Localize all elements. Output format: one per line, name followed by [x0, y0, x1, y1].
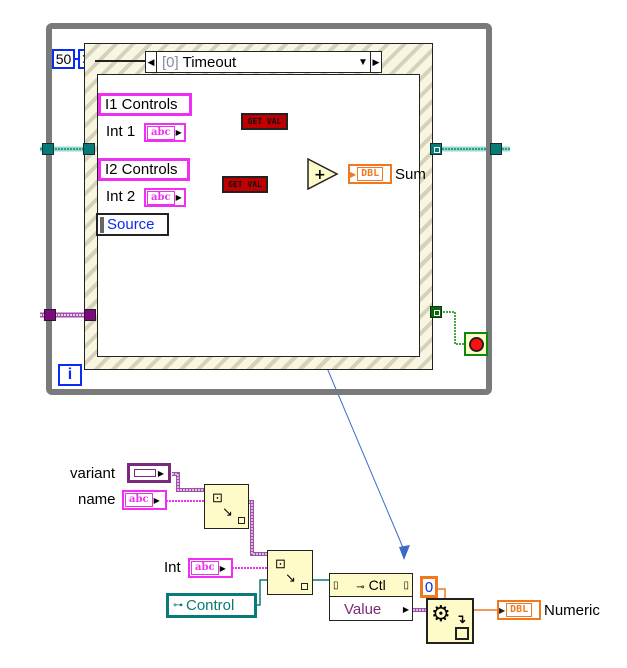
event-tunnel-refnum-right[interactable] [430, 143, 442, 155]
get-val-node-1[interactable]: GET VAL [241, 113, 288, 130]
data-icon [455, 627, 469, 640]
string-type-label: abc [191, 561, 219, 575]
property-node[interactable]: ▯ ⊸ Ctl ▯ Value ▶ [329, 573, 413, 621]
numeric-label: Numeric [544, 602, 600, 619]
variant-label: variant [70, 465, 116, 482]
get-variant-attribute-node-2[interactable]: ⊡ ↘ [267, 550, 313, 595]
add-node[interactable]: + [307, 158, 339, 190]
gear-icon: ⚙ [431, 601, 451, 626]
iteration-terminal: i [58, 364, 82, 386]
event-tunnel-refnum-left[interactable] [83, 143, 95, 155]
default-value-constant[interactable]: 0 [420, 576, 438, 598]
i2-controls-cluster[interactable]: I2 Controls [98, 158, 190, 181]
int2-label: Int 2 [106, 188, 136, 205]
source-marker [100, 216, 104, 233]
output-arrow-icon: ▶ [175, 128, 182, 137]
error-icon: ▯ [403, 579, 409, 591]
stop-condition-tunnel[interactable] [430, 306, 442, 318]
name-label: name [78, 491, 116, 508]
prev-case-icon[interactable]: ◀ [146, 52, 157, 72]
attribute-glyph-icon [301, 583, 308, 590]
dbl-type-label: DBL [506, 603, 533, 617]
output-arrow-icon: ▶ [402, 604, 409, 614]
output-arrow-icon: ▶ [153, 495, 160, 505]
output-arrow-icon: ▶ [157, 468, 165, 478]
property-node-header: ▯ ⊸ Ctl ▯ [330, 574, 412, 597]
tunnel-marker [434, 147, 440, 153]
attribute-glyph-icon [238, 517, 245, 524]
timeout-input-wire [95, 60, 145, 62]
variant-to-data-node[interactable]: ⚙ ↴ [426, 598, 474, 644]
arrow-down-right-icon: ↘ [222, 504, 233, 519]
source-terminal[interactable]: Source [96, 213, 169, 236]
int1-label: Int 1 [106, 123, 136, 140]
timeout-constant[interactable]: 50 [52, 49, 75, 69]
control-refnum-constant[interactable]: ⊶ Control [166, 593, 257, 618]
event-tunnel-variant[interactable] [84, 309, 96, 321]
string-type-label: abc [147, 125, 175, 140]
output-arrow-icon: ▶ [175, 193, 182, 202]
event-case-selector[interactable]: ◀ [0] Timeout ▼ ▶ [145, 51, 382, 73]
output-arrow-icon: ▶ [219, 563, 226, 573]
loop-tunnel-variant[interactable] [44, 309, 56, 321]
int2-string-terminal[interactable]: abc ▶ [144, 188, 186, 207]
sum-label: Sum [395, 166, 426, 183]
variant-icon [133, 469, 156, 477]
get-val-node-2[interactable]: GET VAL [222, 176, 268, 193]
source-label: Source [107, 216, 155, 233]
get-variant-attribute-node-1[interactable]: ⊡ ↘ [204, 484, 249, 529]
loop-tunnel-refnum-right[interactable] [490, 143, 502, 155]
case-index: [0] [162, 53, 179, 71]
numeric-indicator[interactable]: ▶ DBL [497, 600, 541, 620]
variant-control[interactable]: ▶ [127, 463, 171, 483]
input-arrow-icon: ▶ [350, 169, 357, 179]
arrow-down-right-icon: ↘ [285, 570, 296, 585]
reference-icon: ▯ [333, 579, 339, 591]
dropdown-icon[interactable]: ▼ [356, 57, 370, 68]
timeout-wire [75, 58, 78, 60]
int-string-control[interactable]: abc ▶ [188, 558, 233, 578]
case-label: [0] Timeout [157, 54, 356, 71]
string-type-label: abc [147, 190, 175, 205]
tunnel-marker [434, 310, 440, 316]
add-symbol: + [314, 167, 326, 183]
input-arrow-icon: ▶ [499, 605, 506, 615]
name-string-control[interactable]: abc ▶ [122, 490, 167, 510]
property-name: Value [344, 600, 382, 618]
loop-tunnel-refnum-left[interactable] [42, 143, 54, 155]
int-label: Int [164, 559, 181, 576]
stop-icon [468, 336, 484, 352]
case-name: Timeout [182, 53, 237, 71]
next-case-icon[interactable]: ▶ [370, 52, 381, 72]
string-type-label: abc [125, 493, 153, 507]
dbl-type-label: DBL [357, 167, 384, 181]
sum-indicator[interactable]: ▶ DBL [348, 164, 392, 184]
int1-string-terminal[interactable]: abc ▶ [144, 123, 186, 142]
ctl-class-label: ⊸ Ctl [356, 577, 386, 593]
i1-controls-cluster[interactable]: I1 Controls [98, 93, 192, 116]
control-label: Control [186, 597, 235, 614]
property-value-row[interactable]: Value ▶ [330, 597, 412, 621]
control-tree-icon: ⊶ [173, 600, 183, 611]
arrow-down-icon: ↴ [456, 612, 467, 626]
stop-button[interactable] [464, 332, 488, 356]
